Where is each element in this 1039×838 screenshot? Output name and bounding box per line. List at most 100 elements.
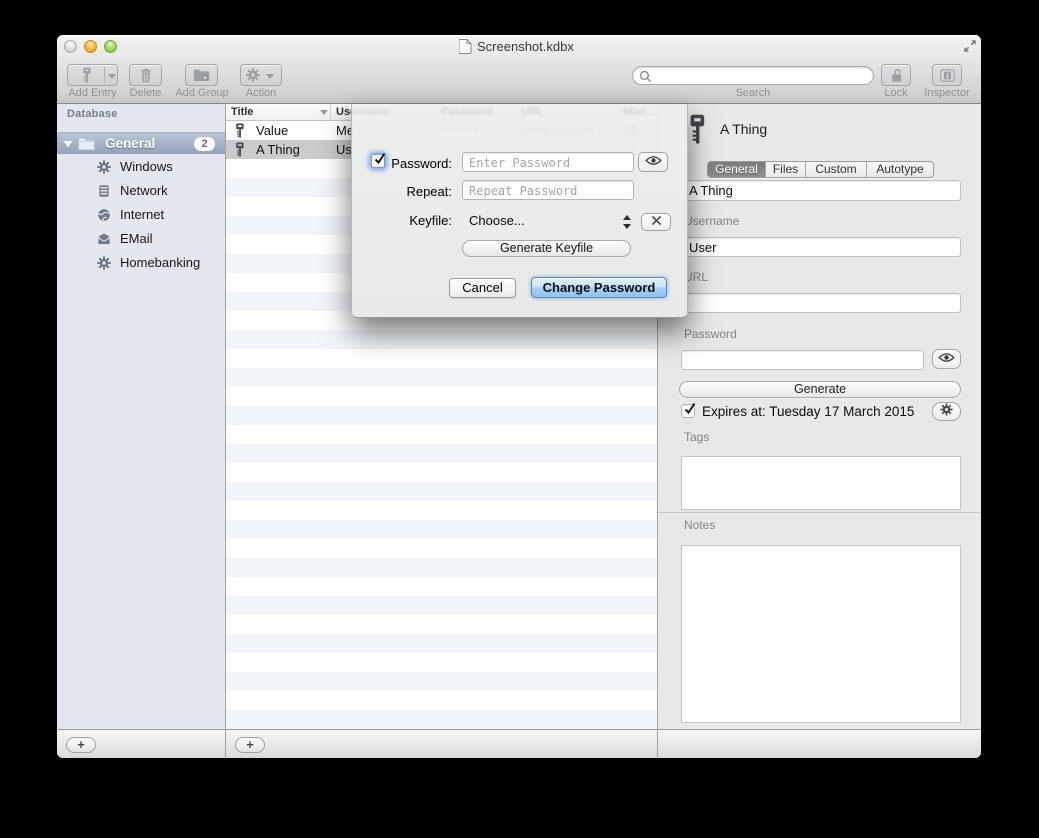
sidebar-item-homebanking[interactable]: Homebanking xyxy=(57,251,225,275)
add-group-button[interactable] xyxy=(185,64,218,86)
search-label: Search xyxy=(632,87,874,100)
key-icon xyxy=(79,67,95,83)
chevron-down-icon xyxy=(266,74,274,79)
app-window: Screenshot.kdbx Add Entry Delete xyxy=(57,35,981,758)
inspector-label: Inspector xyxy=(917,87,977,100)
server-icon xyxy=(97,184,111,198)
trash-icon xyxy=(130,67,161,83)
action-button[interactable] xyxy=(240,64,282,86)
expires-checkbox[interactable] xyxy=(681,404,695,418)
cancel-button[interactable]: Cancel xyxy=(449,278,516,298)
change-password-sheet: Password: Repeat: Keyfile: Choose... Gen… xyxy=(351,104,688,318)
info-icon xyxy=(933,67,961,83)
cell-title: Value xyxy=(256,121,330,140)
key-icon xyxy=(235,142,245,160)
sidebar-divider xyxy=(225,104,226,758)
title-field[interactable] xyxy=(681,180,961,201)
minimize-button[interactable] xyxy=(84,40,97,53)
sidebar: Database General 2 Windows Network xyxy=(57,104,225,729)
tab-files[interactable]: Files xyxy=(766,162,806,177)
globe-icon xyxy=(97,208,111,222)
change-password-button[interactable]: Change Password xyxy=(531,277,667,298)
checkmark-icon xyxy=(683,402,697,416)
sidebar-item-label: Windows xyxy=(120,155,173,179)
add-entry-footer-button[interactable]: + xyxy=(235,737,265,753)
url-field[interactable] xyxy=(681,293,961,313)
segment-divider xyxy=(104,67,105,83)
keyfile-popup[interactable]: Choose... xyxy=(469,212,525,230)
sheet-password-label: Password: xyxy=(352,156,452,172)
envelope-icon xyxy=(97,232,111,246)
expires-options-button[interactable] xyxy=(932,402,961,421)
sidebar-item-label: Internet xyxy=(120,203,164,227)
password-label: Password xyxy=(684,327,737,341)
search-input[interactable] xyxy=(632,66,874,85)
tab-custom[interactable]: Custom xyxy=(806,162,867,177)
stepper-icon[interactable] xyxy=(623,215,632,229)
inspector-button[interactable] xyxy=(932,64,962,86)
expires-label: Expires at: Tuesday 17 March 2015 xyxy=(702,403,914,420)
notes-textarea[interactable] xyxy=(681,545,961,723)
add-entry-button[interactable] xyxy=(67,64,118,86)
add-entry-label: Add Entry xyxy=(61,87,124,100)
sort-descending-icon xyxy=(320,110,328,115)
inspector-section-divider xyxy=(658,512,981,513)
gear-icon xyxy=(97,160,111,174)
search-icon xyxy=(638,69,652,83)
column-header-title[interactable]: Title xyxy=(226,104,331,120)
sidebar-item-label: EMail xyxy=(120,227,153,251)
password-field[interactable] xyxy=(681,350,924,370)
delete-button[interactable] xyxy=(129,64,162,86)
sidebar-item-internet[interactable]: Internet xyxy=(57,203,225,227)
sheet-repeat-input[interactable] xyxy=(462,180,634,200)
close-button[interactable] xyxy=(64,40,77,53)
tab-general[interactable]: General xyxy=(708,162,766,177)
tags-label: Tags xyxy=(684,430,709,444)
sidebar-item-windows[interactable]: Windows xyxy=(57,155,225,179)
gear-icon xyxy=(246,68,260,82)
sheet-keyfile-label: Keyfile: xyxy=(352,213,452,229)
sidebar-item-label: Network xyxy=(120,179,168,203)
toolbar: Screenshot.kdbx Add Entry Delete xyxy=(57,35,981,104)
clear-keyfile-button[interactable] xyxy=(641,213,671,231)
username-field[interactable] xyxy=(681,237,961,257)
zoom-button[interactable] xyxy=(104,40,117,53)
x-icon xyxy=(651,213,662,231)
sidebar-group-general[interactable]: General 2 xyxy=(57,132,225,154)
tab-autotype[interactable]: Autotype xyxy=(867,162,933,177)
sidebar-item-email[interactable]: EMail xyxy=(57,227,225,251)
footer-bar: + + xyxy=(57,729,981,758)
screen: Screenshot.kdbx Add Entry Delete xyxy=(0,0,1039,838)
notes-label: Notes xyxy=(684,518,715,532)
window-title: Screenshot.kdbx xyxy=(477,39,574,54)
add-group-label: Add Group xyxy=(173,87,231,100)
eye-icon xyxy=(645,153,662,171)
sheet-repeat-label: Repeat: xyxy=(352,184,452,200)
inspector-tabs: General Files Custom Autotype xyxy=(707,161,934,178)
generate-button[interactable]: Generate xyxy=(679,381,961,398)
inspector-panel: A Thing General Files Custom Autotype Us… xyxy=(658,104,981,729)
key-icon xyxy=(689,114,706,149)
sheet-show-password-button[interactable] xyxy=(638,152,668,172)
cell-title: A Thing xyxy=(256,140,330,159)
sidebar-group-badge: 2 xyxy=(194,137,215,151)
down-arrow-icon xyxy=(623,224,631,229)
fullscreen-icon[interactable] xyxy=(962,38,978,59)
sidebar-item-network[interactable]: Network xyxy=(57,179,225,203)
generate-keyfile-button[interactable]: Generate Keyfile xyxy=(462,240,631,257)
lock-button[interactable] xyxy=(881,64,911,86)
document-icon xyxy=(459,38,472,59)
sheet-password-input[interactable] xyxy=(462,152,634,172)
show-password-button[interactable] xyxy=(932,349,961,369)
disclosure-triangle-icon[interactable] xyxy=(63,141,73,148)
unlock-icon xyxy=(882,67,910,83)
delete-label: Delete xyxy=(129,87,162,100)
tags-textarea[interactable] xyxy=(681,456,961,510)
add-group-footer-button[interactable]: + xyxy=(66,737,96,753)
folder-plus-icon xyxy=(186,67,217,83)
sidebar-group-label: General xyxy=(105,133,155,155)
lock-label: Lock xyxy=(881,87,911,100)
sidebar-item-label: Homebanking xyxy=(120,251,200,275)
inspector-entry-title: A Thing xyxy=(720,114,767,144)
gear-icon xyxy=(97,256,111,270)
